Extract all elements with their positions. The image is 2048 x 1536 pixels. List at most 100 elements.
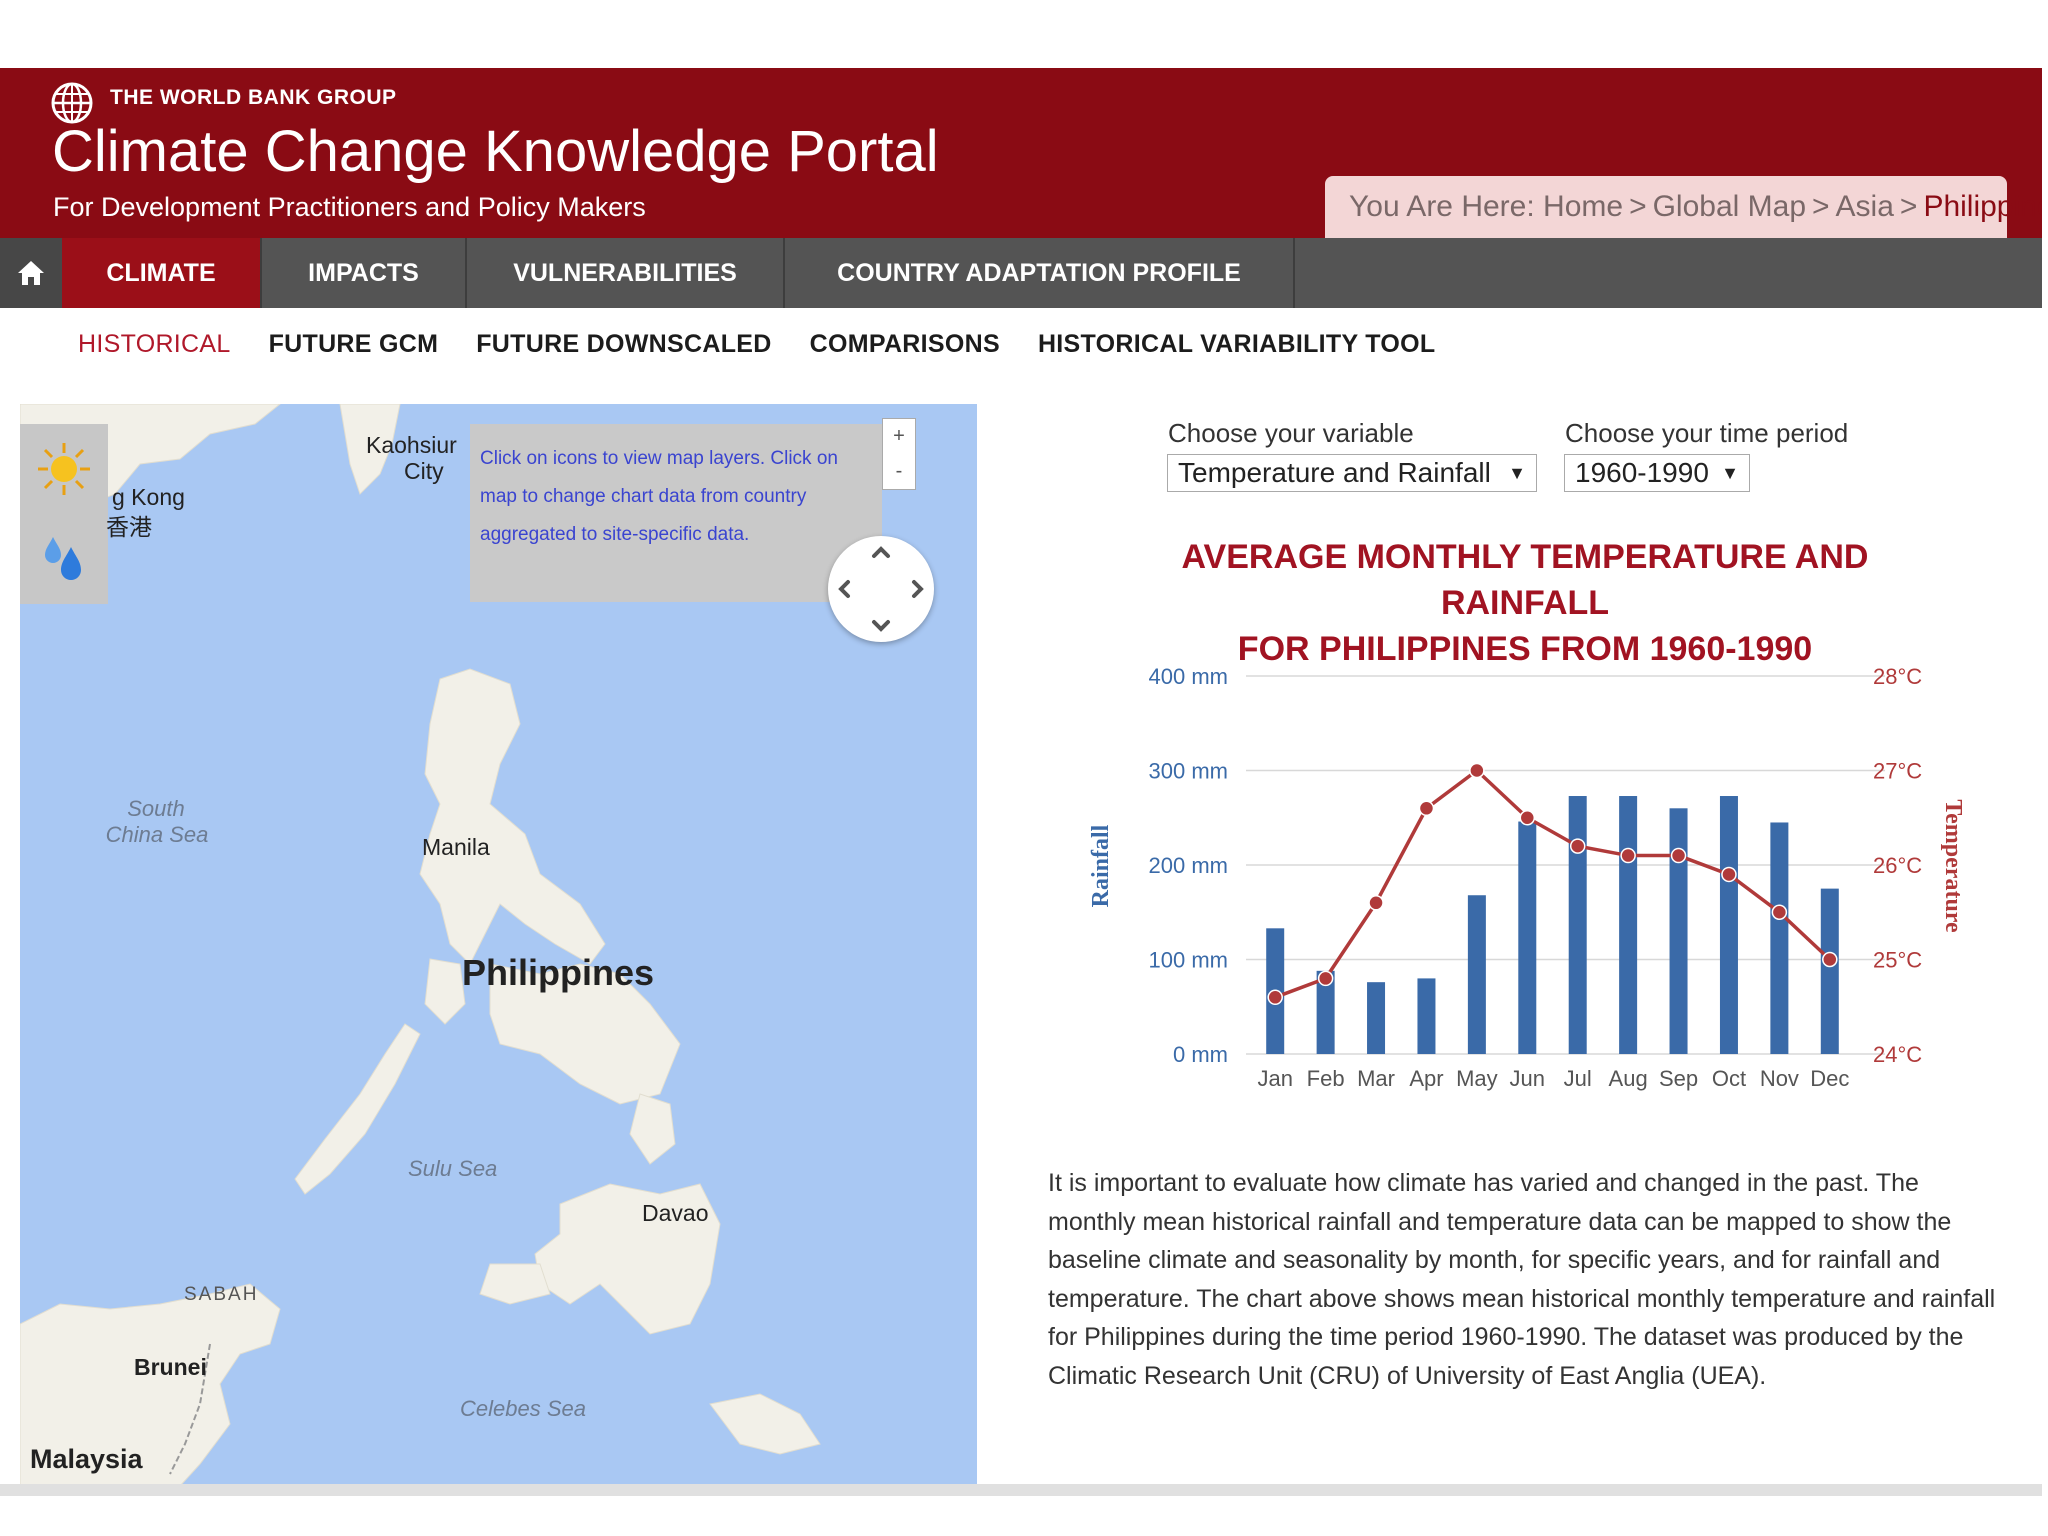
map-label-sulu-sea: Sulu Sea — [408, 1156, 498, 1181]
map-label-malaysia: Malaysia — [30, 1444, 143, 1474]
map-layer-panel — [20, 424, 108, 604]
period-select[interactable]: 1960-1990 ▼ — [1564, 454, 1750, 492]
rain-drops-icon — [45, 537, 81, 580]
temperature-point — [1569, 838, 1586, 854]
x-tick-label: Aug — [1609, 1066, 1648, 1091]
bar-rainfall — [1568, 796, 1587, 1054]
x-tick-label: Dec — [1810, 1066, 1849, 1091]
x-tick-label: Jun — [1510, 1066, 1545, 1091]
breadcrumb-asia[interactable]: Asia — [1836, 190, 1894, 224]
pan-arrows-icon — [838, 546, 924, 632]
site-header: THE WORLD BANK GROUP Climate Change Know… — [0, 68, 2048, 238]
bar-rainfall — [1467, 895, 1486, 1054]
pan-control[interactable] — [828, 536, 934, 642]
y-tick-label: 200 mm — [1149, 853, 1228, 878]
breadcrumb-prefix: You Are Here: — [1349, 190, 1535, 223]
map-label-philippines: Philippines — [462, 952, 655, 993]
map-label-kaohsiung: Kaohsiur — [366, 432, 457, 458]
bar-rainfall — [1367, 982, 1386, 1054]
x-tick-label: Sep — [1659, 1066, 1698, 1091]
variable-label: Choose your variable — [1168, 418, 1414, 448]
map-label-hong-kong: g Kong — [112, 484, 185, 510]
org-name[interactable]: THE WORLD BANK GROUP — [110, 86, 397, 110]
x-tick-label: Feb — [1307, 1066, 1345, 1091]
tab-comparisons[interactable]: COMPARISONS — [810, 330, 1000, 359]
map-label-hong-kong-chinese: 香港 — [106, 514, 152, 540]
x-tick-label: Mar — [1357, 1066, 1395, 1091]
breadcrumb-separator: > — [1629, 190, 1647, 223]
tab-historical[interactable]: HISTORICAL — [78, 330, 231, 359]
breadcrumb-home[interactable]: Home — [1543, 190, 1623, 224]
y-tick-label: 300 mm — [1149, 759, 1228, 784]
temperature-point — [1771, 904, 1788, 920]
y2-axis-title: Temperature — [1940, 799, 1966, 933]
map-label-davao: Davao — [642, 1200, 709, 1226]
zoom-control: + - — [882, 418, 916, 490]
breadcrumb-separator: > — [1899, 190, 1918, 223]
site-subtitle: For Development Practitioners and Policy… — [53, 192, 646, 222]
breadcrumb-philippines: Philippines — [1923, 190, 2048, 223]
temperature-point — [1267, 989, 1283, 1006]
x-tick-label: Nov — [1760, 1066, 1799, 1091]
map-label-brunei: Brunei — [134, 1354, 207, 1380]
map-label-kaohsiung-city: City — [404, 458, 444, 484]
period-label: Choose your time period — [1565, 418, 1849, 448]
bar-rainfall — [1770, 822, 1789, 1054]
bar-rainfall — [1820, 888, 1839, 1054]
variable-select[interactable]: Temperature and Rainfall ▼ — [1167, 454, 1537, 492]
temperature-point — [1418, 800, 1435, 817]
nav-climate[interactable]: CLIMATE — [62, 238, 262, 308]
y-axis-title: Rainfall — [1088, 824, 1114, 907]
map-label-manila: Manila — [422, 834, 490, 860]
variable-select-value: Temperature and Rainfall — [1178, 457, 1491, 488]
x-tick-label: Jul — [1564, 1066, 1592, 1091]
y2-tick-label: 27°C — [1873, 759, 1922, 784]
x-tick-label: Oct — [1712, 1066, 1746, 1091]
sub-nav: HISTORICAL FUTURE GCM FUTURE DOWNSCALED … — [78, 330, 1435, 359]
y2-tick-label: 25°C — [1873, 948, 1922, 973]
temperature-point — [1469, 762, 1485, 779]
temperature-point — [1519, 810, 1536, 826]
map-tooltip: Click on icons to view map layers. Click… — [470, 424, 882, 602]
y-tick-label: 100 mm — [1149, 948, 1228, 973]
zoom-in-button[interactable]: + — [883, 419, 915, 454]
map-label-celebes-sea: Celebes Sea — [460, 1396, 586, 1421]
tab-future-downscaled[interactable]: FUTURE DOWNSCALED — [476, 330, 771, 359]
breadcrumb-global-map[interactable]: Global Map — [1653, 190, 1806, 224]
tab-future-gcm[interactable]: FUTURE GCM — [269, 330, 439, 359]
site-title[interactable]: Climate Change Knowledge Portal — [52, 123, 939, 181]
bar-rainfall — [1719, 796, 1738, 1054]
sun-icon — [38, 443, 90, 495]
rainfall-layer-button[interactable] — [20, 514, 108, 604]
map-label-south-china-sea: South — [127, 796, 185, 821]
chart-title-line-1: AVERAGE MONTHLY TEMPERATURE AND RAINFALL — [1181, 538, 1869, 622]
y-tick-label: 0 mm — [1173, 1042, 1228, 1067]
x-tick-label: May — [1456, 1066, 1498, 1091]
map-label-china-sea: China Sea — [105, 822, 209, 847]
main-nav: CLIMATE IMPACTS VULNERABILITIES COUNTRY … — [0, 238, 2042, 308]
tab-historical-variability-tool[interactable]: HISTORICAL VARIABILITY TOOL — [1038, 330, 1435, 359]
map[interactable]: Click on icons to view map layers. Click… — [20, 404, 977, 1486]
bottom-divider — [0, 1484, 2042, 1496]
y-tick-label: 400 mm — [1149, 664, 1228, 689]
y2-tick-label: 24°C — [1873, 1042, 1922, 1067]
dropdown-arrow-icon: ▼ — [1721, 462, 1739, 483]
bar-rainfall — [1417, 978, 1436, 1054]
x-tick-label: Jan — [1257, 1066, 1292, 1091]
temperature-point — [1317, 970, 1334, 987]
temperature-point — [1822, 951, 1838, 968]
temperature-point — [1368, 895, 1384, 911]
bar-rainfall — [1518, 821, 1537, 1054]
temperature-point — [1670, 847, 1687, 864]
breadcrumb-separator: > — [1812, 190, 1830, 223]
breadcrumb: You Are Here: Home > Global Map > Asia >… — [1325, 176, 2048, 238]
y2-tick-label: 28°C — [1873, 664, 1922, 689]
nav-impacts[interactable]: IMPACTS — [262, 238, 467, 308]
climate-chart[interactable]: 0 mm 100 mm 200 mm 300 mm 400 mm 24°C 25°C 26°C… — [1050, 640, 1990, 1110]
nav-vulnerabilities[interactable]: VULNERABILITIES — [467, 238, 785, 308]
temperature-layer-button[interactable] — [20, 424, 108, 514]
nav-country-adaptation-profile[interactable]: COUNTRY ADAPTATION PROFILE — [785, 238, 1295, 308]
zoom-out-button[interactable]: - — [883, 454, 915, 489]
home-button[interactable] — [0, 238, 62, 308]
page-edge — [2042, 0, 2048, 1536]
